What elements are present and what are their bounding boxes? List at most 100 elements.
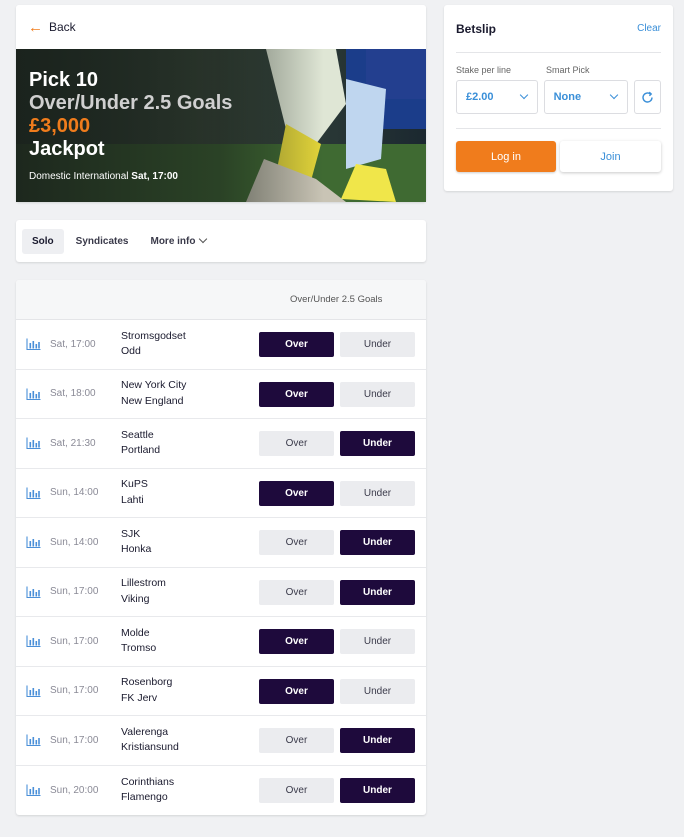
- match-time: Sun, 20:00: [50, 784, 99, 796]
- away-team: Honka: [121, 543, 152, 556]
- smart-pick-select[interactable]: None: [543, 80, 628, 114]
- under-button[interactable]: Under: [340, 480, 415, 506]
- join-button[interactable]: Join: [560, 141, 661, 172]
- table-row: Sun, 17:00 Rosenborg FK Jerv Over Under: [16, 667, 426, 716]
- over-button[interactable]: Over: [259, 678, 334, 704]
- away-team: Odd: [121, 345, 141, 358]
- over-button[interactable]: Over: [259, 629, 334, 654]
- refresh-button[interactable]: [634, 80, 661, 114]
- home-team: KuPS: [121, 478, 148, 491]
- under-button[interactable]: Under: [340, 530, 415, 555]
- betslip-divider: [456, 128, 661, 129]
- stats-icon[interactable]: [26, 586, 41, 598]
- match-teams: SJK Honka: [121, 527, 151, 558]
- back-label: Back: [49, 20, 76, 34]
- match-teams: Seattle Portland: [121, 428, 160, 459]
- market-header: Over/Under 2.5 Goals: [290, 294, 383, 305]
- hero-jackpot-amount: £3,000: [29, 115, 91, 137]
- under-button[interactable]: Under: [340, 728, 415, 753]
- stats-icon[interactable]: [26, 685, 41, 697]
- home-team: Molde: [121, 626, 150, 639]
- stats-icon[interactable]: [26, 437, 41, 449]
- over-button[interactable]: Over: [259, 777, 334, 803]
- stats-icon[interactable]: [26, 487, 41, 499]
- auth-buttons: Log in Join: [456, 141, 661, 172]
- hero-banner: Pick 10 Over/Under 2.5 Goals £3,000 Jack…: [16, 49, 426, 202]
- table-row: Sun, 14:00 KuPS Lahti Over Under: [16, 469, 426, 518]
- over-button[interactable]: Over: [259, 381, 334, 407]
- match-time: Sun, 17:00: [50, 635, 99, 647]
- under-button[interactable]: Under: [340, 777, 415, 803]
- match-teams: KuPS Lahti: [121, 477, 148, 508]
- over-button[interactable]: Over: [259, 431, 334, 456]
- stake-label: Stake per line: [456, 65, 512, 75]
- hero-line-1: Pick 10: [29, 69, 98, 91]
- away-team: Portland: [121, 444, 161, 457]
- tab-bar: Solo Syndicates More info: [16, 220, 426, 262]
- hero-line-2: Over/Under 2.5 Goals: [29, 92, 233, 114]
- chevron-down-icon: [199, 234, 208, 243]
- smart-pick-value: None: [553, 91, 582, 103]
- tab-syndicates[interactable]: Syndicates: [66, 229, 139, 254]
- over-button[interactable]: Over: [259, 530, 334, 555]
- under-button[interactable]: Under: [340, 332, 415, 357]
- over-button[interactable]: Over: [259, 332, 334, 357]
- match-teams: Stromsgodset Odd: [121, 329, 186, 360]
- away-team: Kristiansund: [121, 741, 179, 754]
- away-team: Flamengo: [121, 791, 168, 804]
- stats-icon[interactable]: [26, 784, 41, 796]
- table-row: Sun, 17:00 Valerenga Kristiansund Over Under: [16, 716, 426, 766]
- table-row: Sun, 20:00 Corinthians Flamengo Over Under: [16, 766, 426, 816]
- hero-line-4: Jackpot: [29, 138, 105, 160]
- stats-icon[interactable]: [26, 388, 41, 400]
- match-time: Sat, 21:30: [50, 437, 96, 449]
- away-team: Viking: [121, 592, 150, 605]
- under-button[interactable]: Under: [340, 381, 415, 407]
- home-team: Rosenborg: [121, 676, 173, 689]
- table-row: Sat, 17:00 Stromsgodset Odd Over Under: [16, 320, 426, 370]
- match-time: Sun, 14:00: [50, 536, 99, 548]
- hero-start-time: Sat, 17:00: [131, 171, 178, 182]
- match-list: Sat, 17:00 Stromsgodset Odd Over Under Sat, 1…: [16, 320, 426, 815]
- match-teams: Valerenga Kristiansund: [121, 725, 179, 756]
- match-time: Sat, 17:00: [50, 338, 96, 350]
- home-team: New York City: [121, 379, 187, 392]
- tab-more-info-label: More info: [150, 235, 196, 247]
- clear-link[interactable]: Clear: [637, 23, 661, 34]
- match-teams: New York City New England: [121, 378, 186, 409]
- back-link[interactable]: ← Back: [16, 5, 426, 49]
- over-button[interactable]: Over: [259, 480, 334, 506]
- matches-table: Over/Under 2.5 Goals Sat, 17:00 Stromsgod…: [16, 280, 426, 815]
- betslip-labels: Stake per line Smart Pick: [456, 65, 661, 75]
- match-time: Sat, 18:00: [50, 388, 96, 400]
- header-card: ← Back Pick 10 Over/Under 2.5 Goals £3,0…: [16, 5, 426, 202]
- tab-more-info[interactable]: More info: [140, 229, 216, 254]
- home-team: Lillestrom: [121, 577, 166, 590]
- under-button[interactable]: Under: [340, 678, 415, 704]
- under-button[interactable]: Under: [340, 431, 415, 456]
- stats-icon[interactable]: [26, 635, 41, 647]
- away-team: FK Jerv: [121, 691, 158, 704]
- table-row: Sun, 17:00 Lillestrom Viking Over Under: [16, 568, 426, 617]
- stats-icon[interactable]: [26, 338, 41, 350]
- match-teams: Lillestrom Viking: [121, 576, 166, 607]
- match-time: Sun, 17:00: [50, 586, 99, 598]
- over-button[interactable]: Over: [259, 728, 334, 753]
- stats-icon[interactable]: [26, 536, 41, 548]
- back-arrow-icon: ←: [28, 18, 43, 36]
- home-team: SJK: [121, 527, 141, 540]
- table-row: Sat, 21:30 Seattle Portland Over Under: [16, 419, 426, 469]
- away-team: Tromso: [121, 642, 157, 655]
- login-button[interactable]: Log in: [456, 141, 556, 172]
- stake-select[interactable]: £2.00: [456, 80, 538, 114]
- under-button[interactable]: Under: [340, 579, 415, 605]
- table-row: Sun, 14:00 SJK Honka Over Under: [16, 518, 426, 568]
- refresh-icon: [642, 91, 653, 103]
- tab-solo[interactable]: Solo: [22, 228, 64, 254]
- away-team: Lahti: [121, 493, 144, 506]
- hero-title: Pick 10 Over/Under 2.5 Goals £3,000 Jack…: [29, 69, 232, 161]
- home-team: Stromsgodset: [121, 329, 186, 342]
- stats-icon[interactable]: [26, 734, 41, 746]
- under-button[interactable]: Under: [340, 629, 415, 654]
- over-button[interactable]: Over: [259, 579, 334, 605]
